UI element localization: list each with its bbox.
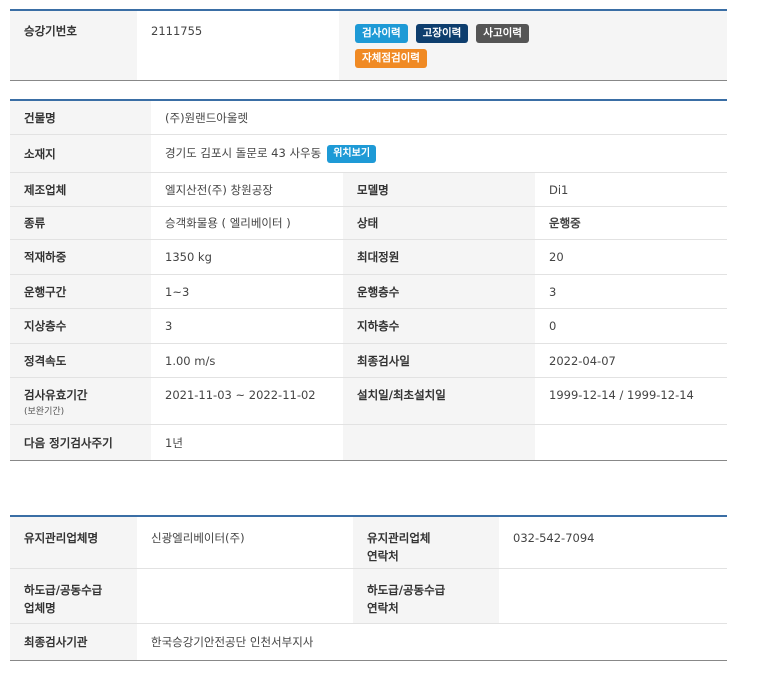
empty-label: [343, 424, 535, 461]
info-row: 종류 승객화물용 ( 엘리베이터 ) 상태 운행중: [10, 206, 727, 240]
load-value: 1350 kg: [151, 239, 343, 275]
rated-speed-value: 1.00 m/s: [151, 343, 343, 378]
elevator-info-table: 건물명 (주)원랜드아울렛 소재지 경기도 김포시 돌문로 43 사우동 위치보기…: [10, 99, 727, 461]
load-label: 적재하중: [10, 239, 151, 275]
maintenance-company-value: 신광엘리베이터(주): [137, 516, 353, 569]
maintenance-table: 유지관리업체명 신광엘리베이터(주) 유지관리업체 연락처 032-542-70…: [10, 515, 727, 661]
inspection-validity-value: 2021-11-03 ~ 2022-11-02: [151, 377, 343, 425]
subcontract-contact-label: 하도급/공동수급 연락처: [353, 568, 499, 624]
inspection-agency-label: 최종검사기관: [10, 623, 137, 660]
above-ground-floors-label: 지상층수: [10, 308, 151, 344]
next-inspection-cycle-label: 다음 정기검사주기: [10, 424, 151, 461]
inspection-history-button[interactable]: 검사이력: [355, 24, 408, 43]
info-row: 검사유효기간 (보완기간) 2021-11-03 ~ 2022-11-02 설치…: [10, 377, 727, 425]
install-date-label: 설치일/최초설치일: [343, 377, 535, 425]
inspection-agency-value: 한국승강기안전공단 인천서부지사: [137, 623, 727, 660]
address-row: 소재지 경기도 김포시 돌문로 43 사우동 위치보기: [10, 134, 727, 173]
next-inspection-cycle-value: 1년: [151, 424, 343, 461]
info-row: 지상층수 3 지하층수 0: [10, 308, 727, 344]
info-row: 운행구간 1~3 운행층수 3: [10, 274, 727, 309]
maintenance-contact-label: 유지관리업체 연락처: [353, 516, 499, 569]
elevator-number-table: 승강기번호 2111755 검사이력 고장이력 사고이력 자체점검이력: [10, 9, 727, 81]
underground-floors-label: 지하층수: [343, 308, 535, 344]
operating-range-value: 1~3: [151, 274, 343, 309]
empty-value: [535, 424, 727, 461]
maintenance-row: 유지관리업체명 신광엘리베이터(주) 유지관리업체 연락처 032-542-70…: [10, 516, 727, 569]
maintenance-contact-value: 032-542-7094: [499, 516, 727, 569]
subcontract-contact-value: [499, 568, 727, 624]
status-value: 운행중: [535, 206, 727, 240]
operating-floors-label: 운행층수: [343, 274, 535, 309]
building-row: 건물명 (주)원랜드아울렛: [10, 100, 727, 135]
agency-row: 최종검사기관 한국승강기안전공단 인천서부지사: [10, 623, 727, 660]
rated-speed-label: 정격속도: [10, 343, 151, 378]
building-value: (주)원랜드아울렛: [151, 100, 727, 135]
above-ground-floors-value: 3: [151, 308, 343, 344]
elevator-number-label: 승강기번호: [10, 10, 137, 80]
type-value: 승객화물용 ( 엘리베이터 ): [151, 206, 343, 240]
status-label: 상태: [343, 206, 535, 240]
info-row: 제조업체 엘지산전(주) 창원공장 모델명 Di1: [10, 172, 727, 207]
model-label: 모델명: [343, 172, 535, 207]
subcontract-company-label: 하도급/공동수급 업체명: [10, 568, 137, 624]
address-cell: 경기도 김포시 돌문로 43 사우동 위치보기: [151, 134, 727, 173]
model-value: Di1: [535, 172, 727, 207]
address-value: 경기도 김포시 돌문로 43 사우동: [165, 146, 322, 161]
last-inspection-date-label: 최종검사일: [343, 343, 535, 378]
operating-range-label: 운행구간: [10, 274, 151, 309]
failure-history-button[interactable]: 고장이력: [415, 24, 469, 43]
info-row: 적재하중 1350 kg 최대정원 20: [10, 239, 727, 275]
capacity-label: 최대정원: [343, 239, 535, 275]
subcontract-company-value: [137, 568, 353, 624]
type-label: 종류: [10, 206, 151, 240]
info-row: 정격속도 1.00 m/s 최종검사일 2022-04-07: [10, 343, 727, 378]
building-label: 건물명: [10, 100, 151, 135]
subcontract-row: 하도급/공동수급 업체명 하도급/공동수급 연락처: [10, 568, 727, 624]
capacity-value: 20: [535, 239, 727, 275]
operating-floors-value: 3: [535, 274, 727, 309]
manufacturer-value: 엘지산전(주) 창원공장: [151, 172, 343, 207]
elevator-number-row: 승강기번호 2111755 검사이력 고장이력 사고이력 자체점검이력: [10, 10, 727, 80]
manufacturer-label: 제조업체: [10, 172, 151, 207]
info-row: 다음 정기검사주기 1년: [10, 424, 727, 461]
elevator-number-value: 2111755: [137, 10, 339, 80]
inspection-validity-label: 검사유효기간: [24, 388, 88, 402]
location-view-button[interactable]: 위치보기: [327, 144, 377, 163]
underground-floors-value: 0: [535, 308, 727, 344]
inspection-validity-label-cell: 검사유효기간 (보완기간): [10, 377, 151, 425]
last-inspection-date-value: 2022-04-07: [535, 343, 727, 378]
install-date-value: 1999-12-14 / 1999-12-14: [535, 377, 727, 425]
address-label: 소재지: [10, 134, 151, 173]
history-buttons-cell: 검사이력 고장이력 사고이력 자체점검이력: [339, 10, 727, 80]
history-buttons: 검사이력 고장이력 사고이력 자체점검이력: [353, 24, 565, 68]
self-check-history-button[interactable]: 자체점검이력: [355, 49, 427, 68]
elevator-detail-page: 승강기번호 2111755 검사이력 고장이력 사고이력 자체점검이력 건물명 …: [0, 0, 773, 691]
accident-history-button[interactable]: 사고이력: [476, 24, 529, 43]
supplement-period-note: (보완기간): [24, 407, 65, 417]
maintenance-company-label: 유지관리업체명: [10, 516, 137, 569]
